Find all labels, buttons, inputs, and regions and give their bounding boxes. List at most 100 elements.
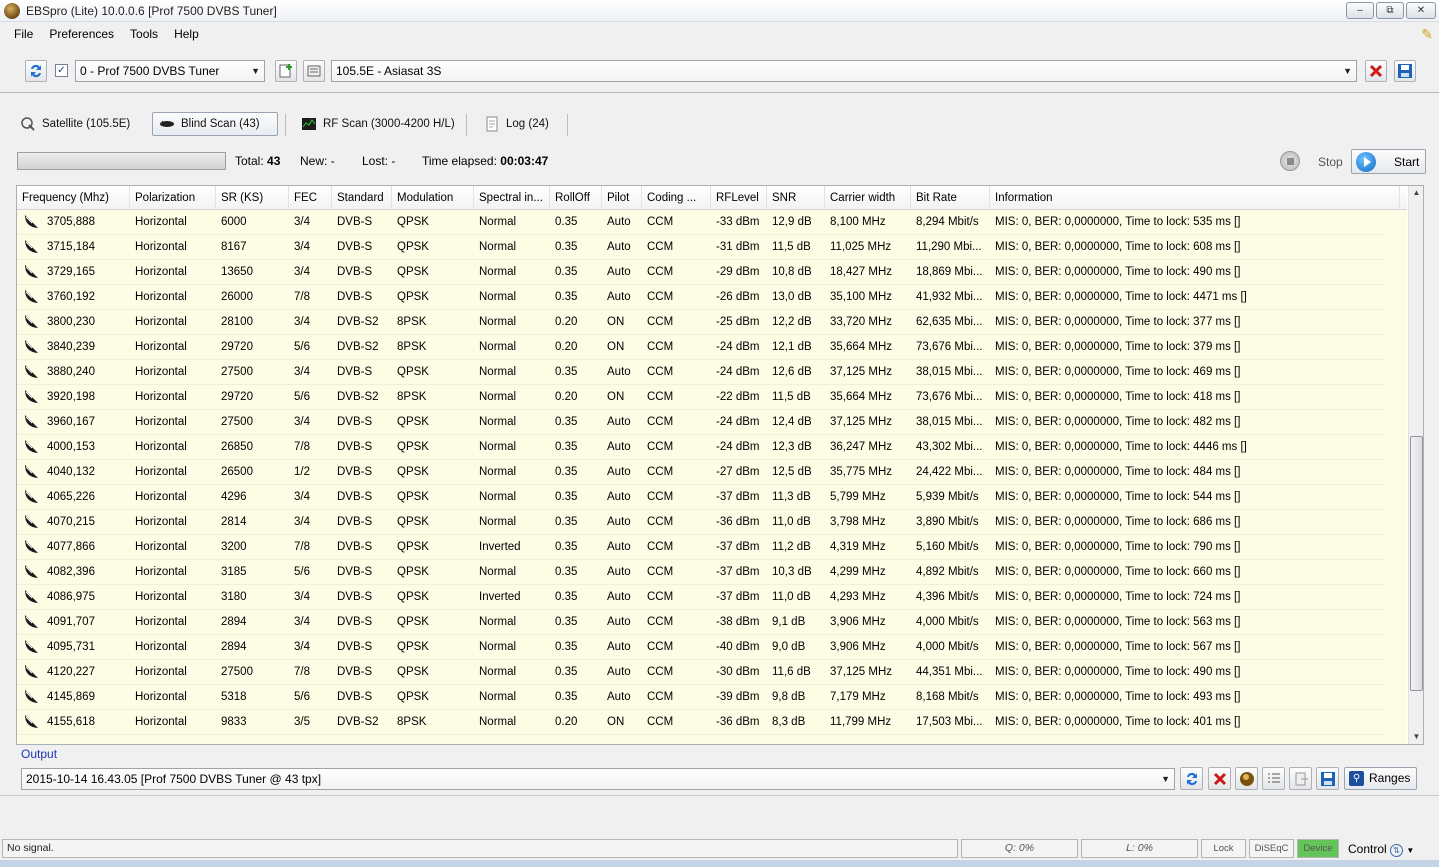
maximize-button[interactable]: ⧉: [1376, 2, 1404, 19]
menu-preferences[interactable]: Preferences: [41, 23, 122, 45]
export-icon[interactable]: [1289, 767, 1312, 790]
cell-polarization: Horizontal: [135, 216, 187, 228]
column-header-frequency[interactable]: Frequency (Mhz): [17, 186, 130, 210]
output-select[interactable]: 2015-10-14 16.43.05 [Prof 7500 DVBS Tune…: [21, 768, 1175, 790]
column-header-information[interactable]: Information: [990, 186, 1400, 210]
table-row[interactable]: 4095,731 Horizontal 2894 3/4 DVB-S QPSK Normal…: [17, 635, 1384, 660]
tab-blind-scan[interactable]: Blind Scan (43): [152, 112, 278, 136]
table-row[interactable]: 4082,396 Horizontal 3185 5/6 DVB-S QPSK Normal…: [17, 560, 1384, 585]
column-header-rolloff[interactable]: RollOff: [550, 186, 602, 210]
table-row[interactable]: 4091,707 Horizontal 2894 3/4 DVB-S QPSK Normal…: [17, 610, 1384, 635]
table-row[interactable]: 3729,165 Horizontal 13650 3/4 DVB-S QPSK Norma…: [17, 260, 1384, 285]
scroll-down-icon[interactable]: ▼: [1409, 730, 1423, 744]
add-tuner-icon[interactable]: [275, 60, 297, 82]
cell-fec: 5/6: [294, 566, 310, 578]
table-row[interactable]: 4120,227 Horizontal 27500 7/8 DVB-S QPSK Norma…: [17, 660, 1384, 685]
cell-frequency: 3840,239: [47, 341, 95, 353]
column-header-bit-rate[interactable]: Bit Rate: [911, 186, 990, 210]
table-row[interactable]: 4086,975 Horizontal 3180 3/4 DVB-S QPSK Invert…: [17, 585, 1384, 610]
table-row[interactable]: 4070,215 Horizontal 2814 3/4 DVB-S QPSK Normal…: [17, 510, 1384, 535]
tab-satellite[interactable]: Satellite (105.5E): [14, 112, 136, 136]
ranges-button[interactable]: ⚲ Ranges: [1344, 767, 1417, 790]
chevron-down-icon: ▼: [1343, 66, 1352, 76]
refresh-icon[interactable]: [25, 60, 47, 82]
delete-icon[interactable]: [1365, 60, 1387, 82]
save-icon[interactable]: [1394, 60, 1416, 82]
tuner-enabled-checkbox[interactable]: ✓: [55, 64, 68, 77]
column-header-modulation[interactable]: Modulation: [392, 186, 474, 210]
table-row[interactable]: 3715,184 Horizontal 8167 3/4 DVB-S QPSK Normal…: [17, 235, 1384, 260]
table-row[interactable]: 4077,866 Horizontal 3200 7/8 DVB-S QPSK Invert…: [17, 535, 1384, 560]
menu-tools[interactable]: Tools: [122, 23, 166, 45]
column-header-spectral-inversion[interactable]: Spectral in...: [474, 186, 550, 210]
table-row[interactable]: 3800,230 Horizontal 28100 3/4 DVB-S2 8PSK Norm…: [17, 310, 1384, 335]
cell-polarization: Horizontal: [135, 441, 187, 453]
cell-rolloff: 0.35: [555, 416, 578, 428]
cell-pilot: Auto: [607, 641, 631, 653]
list-view-icon[interactable]: [1262, 767, 1285, 790]
scroll-thumb[interactable]: [1410, 436, 1423, 691]
table-row[interactable]: 4145,869 Horizontal 5318 5/6 DVB-S QPSK Normal…: [17, 685, 1384, 710]
cell-information: MIS: 0, BER: 0,0000000, Time to lock: 44…: [995, 441, 1247, 453]
cell-snr: 11,0 dB: [772, 591, 811, 603]
table-row[interactable]: 3920,198 Horizontal 29720 5/6 DVB-S2 8PSK Norm…: [17, 385, 1384, 410]
minimize-button[interactable]: –: [1346, 2, 1374, 19]
cell-information: MIS: 0, BER: 0,0000000, Time to lock: 40…: [995, 716, 1241, 728]
column-header-coding[interactable]: Coding ...: [642, 186, 711, 210]
cell-snr: 12,2 dB: [772, 316, 812, 328]
table-row[interactable]: 4040,132 Horizontal 26500 1/2 DVB-S QPSK Norma…: [17, 460, 1384, 485]
dish-icon[interactable]: [1235, 767, 1258, 790]
dish-icon: [25, 490, 38, 503]
tab-rf-scan[interactable]: RF Scan (3000-4200 H/L): [295, 112, 461, 136]
delete-output-icon[interactable]: [1208, 767, 1231, 790]
column-header-rf-level[interactable]: RFLevel: [711, 186, 767, 210]
output-select-value: 2015-10-14 16.43.05 [Prof 7500 DVBS Tune…: [26, 772, 322, 786]
total-label: Total:: [235, 154, 264, 168]
dish-icon: [25, 690, 38, 703]
table-row[interactable]: 3705,888 Horizontal 6000 3/4 DVB-S QPSK Normal…: [17, 210, 1384, 235]
table-row[interactable]: 4155,618 Horizontal 9833 3/5 DVB-S2 8PSK Norma…: [17, 710, 1384, 735]
table-row[interactable]: 3840,239 Horizontal 29720 5/6 DVB-S2 8PSK Norm…: [17, 335, 1384, 360]
tuner-select[interactable]: 0 - Prof 7500 DVBS Tuner ▼: [75, 60, 265, 82]
cell-fec: 3/4: [294, 616, 310, 628]
tuner-properties-icon[interactable]: [303, 60, 325, 82]
control-menu[interactable]: Control ⇅ ▼: [1348, 842, 1414, 857]
column-header-snr[interactable]: SNR: [767, 186, 825, 210]
scroll-up-icon[interactable]: ▲: [1409, 186, 1423, 200]
table-row[interactable]: 3880,240 Horizontal 27500 3/4 DVB-S QPSK Norma…: [17, 360, 1384, 385]
cell-symbol-rate: 13650: [221, 266, 253, 278]
close-window-button[interactable]: ✕: [1406, 2, 1436, 19]
save-output-icon[interactable]: [1316, 767, 1339, 790]
cell-rolloff: 0.35: [555, 491, 578, 503]
column-header-carrier-width[interactable]: Carrier width: [825, 186, 911, 210]
cell-pilot: Auto: [607, 466, 631, 478]
cell-rf-level: -29 dBm: [716, 266, 760, 278]
pin-icon[interactable]: ✎: [1421, 26, 1433, 43]
cell-fec: 3/4: [294, 366, 310, 378]
column-header-polarization[interactable]: Polarization: [130, 186, 216, 210]
menu-help[interactable]: Help: [166, 23, 207, 45]
tab-separator: [466, 114, 467, 136]
cell-modulation: QPSK: [397, 266, 429, 278]
satellite-select[interactable]: 105.5E - Asiasat 3S ▼: [331, 60, 1357, 82]
column-header-fec[interactable]: FEC: [289, 186, 332, 210]
start-button[interactable]: Start: [1351, 149, 1426, 174]
column-header-standard[interactable]: Standard: [332, 186, 392, 210]
table-row[interactable]: 4000,153 Horizontal 26850 7/8 DVB-S QPSK Norma…: [17, 435, 1384, 460]
vertical-scrollbar[interactable]: ▲ ▼: [1408, 186, 1423, 744]
column-header-pilot[interactable]: Pilot: [602, 186, 642, 210]
app-icon: [4, 3, 20, 19]
tab-log[interactable]: Log (24): [478, 112, 555, 136]
refresh-output-icon[interactable]: [1180, 767, 1203, 790]
cell-polarization: Horizontal: [135, 391, 187, 403]
column-header-symbol-rate[interactable]: SR (KS): [216, 186, 289, 210]
stop-button[interactable]: Stop: [1318, 155, 1343, 169]
cell-rf-level: -37 dBm: [716, 541, 760, 553]
cell-frequency: 4082,396: [47, 566, 95, 578]
stop-icon[interactable]: [1280, 151, 1300, 171]
dish-icon: [25, 615, 38, 628]
table-row[interactable]: 3760,192 Horizontal 26000 7/8 DVB-S QPSK Norma…: [17, 285, 1384, 310]
table-row[interactable]: 3960,167 Horizontal 27500 3/4 DVB-S QPSK Norma…: [17, 410, 1384, 435]
table-row[interactable]: 4065,226 Horizontal 4296 3/4 DVB-S QPSK Normal…: [17, 485, 1384, 510]
menu-file[interactable]: File: [0, 23, 41, 45]
